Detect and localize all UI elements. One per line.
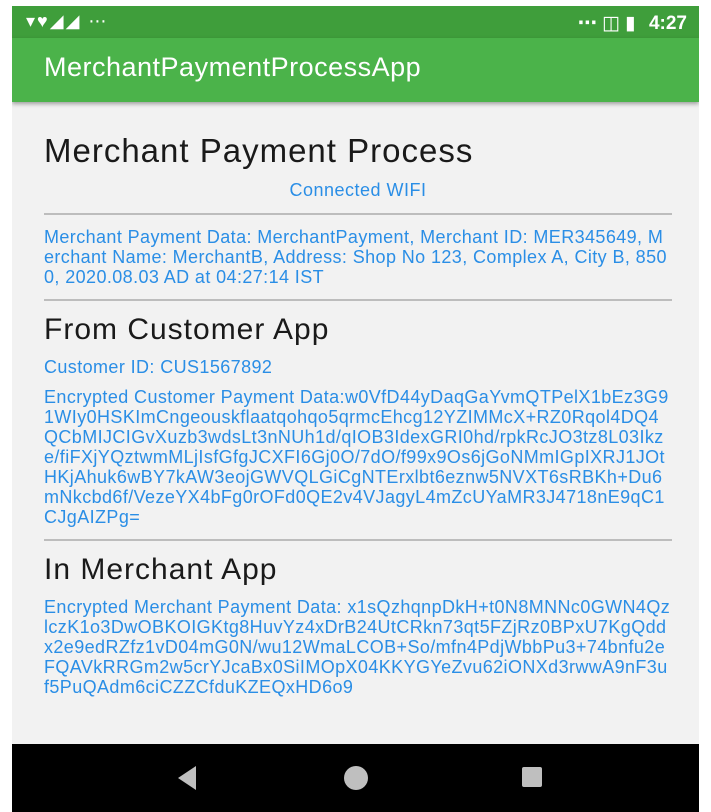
merchant-payment-data: Merchant Payment Data: MerchantPayment, … <box>44 227 667 287</box>
customer-encrypted-data: Encrypted Customer Payment Data:w0VfD44y… <box>44 387 672 527</box>
status-right: ⋯ ◫ ▮ 4:27 <box>570 12 687 35</box>
clock: 4:27 <box>648 13 687 34</box>
app-bar: MerchantPaymentProcessApp <box>12 38 699 102</box>
merchant-encrypted-data: Encrypted Merchant Payment Data: x1sQzhq… <box>44 597 672 697</box>
divider <box>44 299 672 301</box>
recents-icon[interactable] <box>522 767 542 787</box>
phone-screen: ▾♥◢◢ ⋯ ⋯ ◫ ▮ 4:27 MerchantPaymentProcess… <box>12 6 699 812</box>
page-title: Merchant Payment Process <box>44 132 474 169</box>
notification-icons: ▾♥◢◢ ⋯ <box>26 11 109 31</box>
back-icon[interactable] <box>178 766 196 790</box>
app-title: MerchantPaymentProcessApp <box>44 52 422 82</box>
customer-section-heading: From Customer App <box>44 313 330 346</box>
status-bar: ▾♥◢◢ ⋯ ⋯ ◫ ▮ 4:27 <box>12 6 699 38</box>
divider <box>44 539 672 541</box>
customer-encrypted-label: Encrypted Customer Payment Data: <box>44 387 345 407</box>
connection-status: Connected WIFI <box>289 180 427 200</box>
merchant-encrypted-label: Encrypted Merchant Payment Data: <box>44 597 342 617</box>
system-icons: ⋯ ◫ ▮ <box>577 13 636 34</box>
customer-id: Customer ID: CUS1567892 <box>44 357 273 377</box>
divider <box>44 213 672 215</box>
navigation-bar <box>12 744 699 812</box>
merchant-section-heading: In Merchant App <box>44 553 278 586</box>
main-content[interactable]: Merchant Payment Process Connected WIFI … <box>44 102 672 742</box>
home-icon[interactable] <box>344 766 368 790</box>
customer-encrypted-value: w0VfD44yDaqGaYvmQTPelX1bEz3G91WIy0HSKImC… <box>44 387 669 527</box>
